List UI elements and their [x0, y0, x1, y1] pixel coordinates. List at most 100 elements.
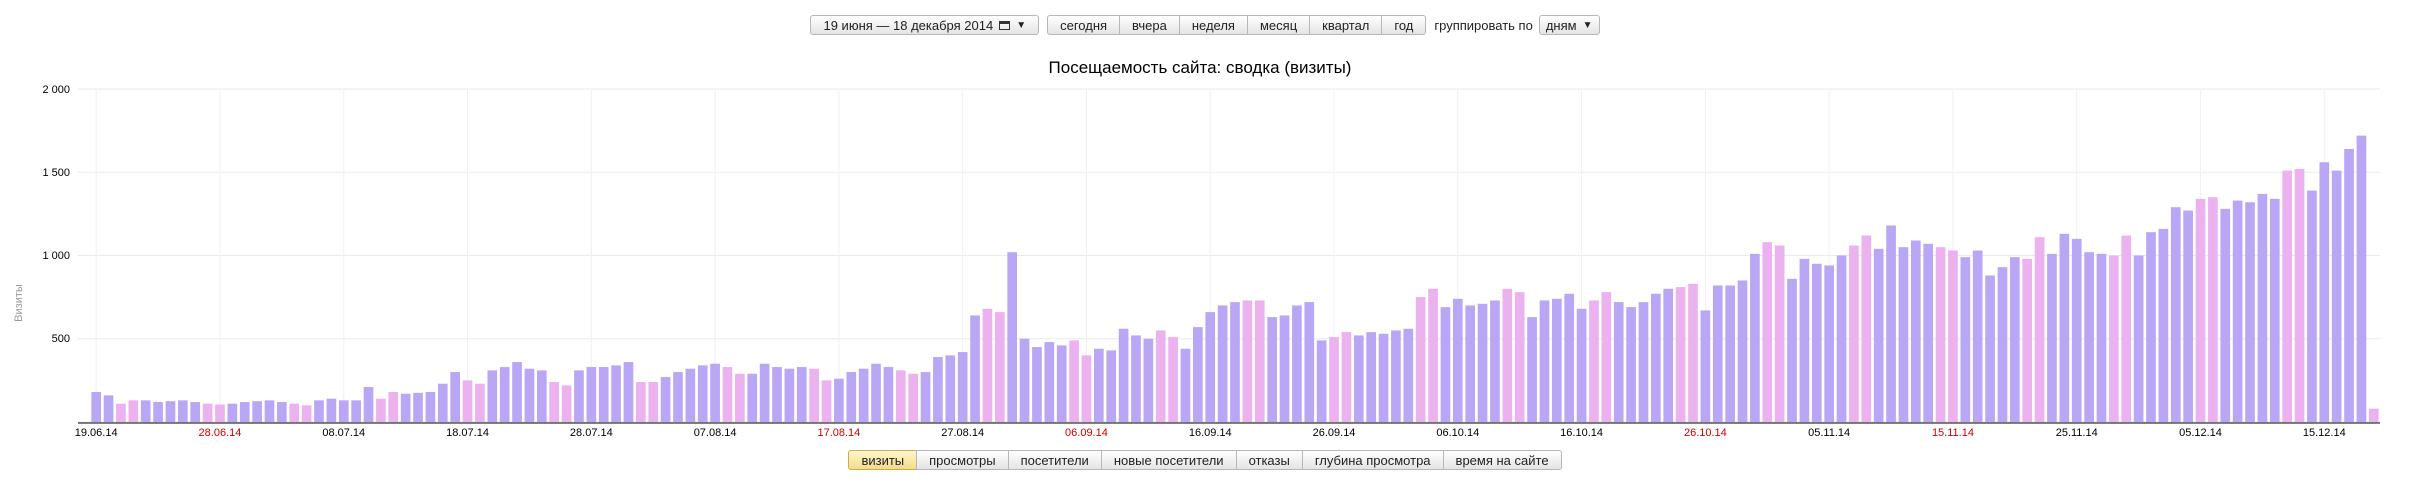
- bar[interactable]: [970, 315, 980, 422]
- bar[interactable]: [673, 372, 683, 422]
- bar[interactable]: [91, 392, 102, 422]
- bar[interactable]: [178, 400, 188, 422]
- tab-6[interactable]: время на сайте: [1442, 450, 1562, 470]
- bar[interactable]: [710, 363, 720, 422]
- bar[interactable]: [190, 402, 201, 422]
- bar[interactable]: [301, 405, 312, 422]
- bar[interactable]: [1428, 288, 1438, 422]
- bar[interactable]: [809, 368, 819, 422]
- bar[interactable]: [1972, 250, 1983, 422]
- bar[interactable]: [277, 402, 287, 422]
- bar[interactable]: [871, 363, 881, 422]
- bar[interactable]: [1750, 253, 1760, 422]
- bar[interactable]: [883, 367, 894, 422]
- bar[interactable]: [2368, 408, 2379, 422]
- bar[interactable]: [1811, 263, 1822, 422]
- bar[interactable]: [499, 367, 510, 422]
- bar[interactable]: [1527, 317, 1537, 422]
- bar[interactable]: [1849, 245, 1859, 422]
- bar[interactable]: [933, 357, 943, 422]
- bar[interactable]: [735, 373, 745, 422]
- bar[interactable]: [648, 382, 659, 422]
- bar[interactable]: [1106, 350, 1117, 422]
- bar[interactable]: [1019, 338, 1030, 422]
- bar[interactable]: [2208, 197, 2218, 422]
- bar[interactable]: [1799, 258, 1810, 422]
- bar[interactable]: [1985, 275, 1995, 422]
- bar[interactable]: [1836, 255, 1847, 423]
- bar[interactable]: [1242, 300, 1253, 422]
- bar[interactable]: [895, 370, 906, 422]
- bar[interactable]: [153, 402, 163, 422]
- bar[interactable]: [759, 363, 770, 422]
- bar[interactable]: [1514, 292, 1525, 422]
- bar[interactable]: [2195, 198, 2206, 422]
- bar[interactable]: [1415, 297, 1426, 422]
- bar[interactable]: [363, 387, 374, 422]
- bar[interactable]: [1341, 332, 1352, 422]
- bar[interactable]: [2294, 168, 2305, 422]
- bar[interactable]: [2269, 198, 2280, 422]
- bar[interactable]: [846, 372, 857, 422]
- group-by-select[interactable]: дням ▼: [1538, 15, 1600, 35]
- bar[interactable]: [945, 355, 956, 422]
- bar[interactable]: [1762, 242, 1773, 422]
- bar[interactable]: [1230, 302, 1240, 422]
- bar[interactable]: [1378, 333, 1389, 422]
- bar[interactable]: [2109, 255, 2119, 423]
- bar[interactable]: [2133, 255, 2144, 423]
- bar[interactable]: [2356, 135, 2367, 422]
- bar[interactable]: [920, 372, 931, 422]
- period-week-button[interactable]: неделя: [1178, 15, 1248, 35]
- bar[interactable]: [1403, 328, 1414, 422]
- bar[interactable]: [462, 380, 473, 422]
- bar[interactable]: [2022, 258, 2033, 422]
- bar[interactable]: [549, 382, 560, 422]
- bar[interactable]: [2010, 257, 2020, 422]
- bar[interactable]: [834, 378, 844, 422]
- bar[interactable]: [598, 367, 609, 422]
- bar[interactable]: [1725, 285, 1735, 422]
- bar[interactable]: [2232, 200, 2243, 422]
- bar[interactable]: [1032, 347, 1042, 422]
- bar[interactable]: [2331, 170, 2342, 422]
- bar[interactable]: [1391, 330, 1401, 422]
- bar[interactable]: [1056, 345, 1067, 422]
- bar[interactable]: [1205, 312, 1216, 422]
- bar[interactable]: [623, 362, 634, 422]
- bar[interactable]: [227, 403, 238, 422]
- bar[interactable]: [1254, 300, 1265, 422]
- bar[interactable]: [2059, 233, 2070, 422]
- bar[interactable]: [1118, 328, 1129, 422]
- bar[interactable]: [1477, 303, 1488, 422]
- bar[interactable]: [2319, 162, 2330, 422]
- bar[interactable]: [660, 377, 671, 422]
- bar[interactable]: [1316, 340, 1327, 422]
- bar[interactable]: [722, 367, 733, 422]
- bar[interactable]: [2307, 190, 2317, 422]
- bar[interactable]: [1267, 317, 1277, 422]
- bar[interactable]: [2084, 252, 2094, 422]
- bar[interactable]: [376, 398, 386, 422]
- bar[interactable]: [1304, 302, 1315, 422]
- bar[interactable]: [796, 367, 807, 422]
- bar[interactable]: [1935, 247, 1946, 422]
- bar[interactable]: [413, 392, 423, 422]
- bar[interactable]: [1168, 337, 1178, 422]
- bar[interactable]: [128, 400, 139, 422]
- bar[interactable]: [2121, 235, 2132, 422]
- bar[interactable]: [388, 392, 399, 422]
- bar[interactable]: [475, 383, 485, 422]
- bar[interactable]: [103, 395, 114, 422]
- bar[interactable]: [1663, 288, 1674, 422]
- bar[interactable]: [685, 368, 696, 422]
- bar[interactable]: [1774, 245, 1785, 422]
- bar[interactable]: [858, 368, 869, 422]
- bar[interactable]: [1155, 330, 1166, 422]
- bar[interactable]: [1081, 355, 1092, 422]
- bar[interactable]: [1044, 342, 1055, 422]
- bar[interactable]: [1193, 327, 1203, 422]
- bar[interactable]: [425, 392, 436, 422]
- bar[interactable]: [1948, 250, 1958, 422]
- bar[interactable]: [1007, 252, 1018, 422]
